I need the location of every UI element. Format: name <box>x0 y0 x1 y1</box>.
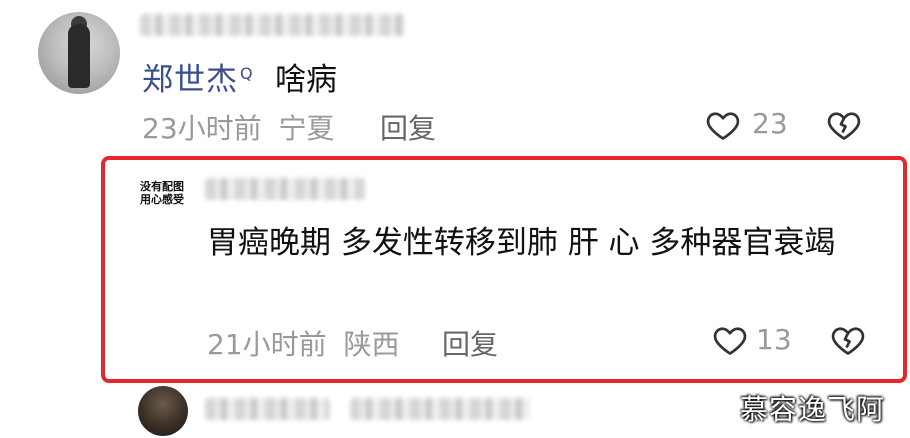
heart-icon[interactable] <box>712 322 748 358</box>
comment-username[interactable]: 郑世杰 Q <box>142 54 254 99</box>
like-count: 23 <box>752 107 788 140</box>
heart-icon[interactable] <box>705 107 741 143</box>
blurred-header-text <box>140 14 405 36</box>
reply-meta: 21小时前 陕西 <box>207 323 400 363</box>
comment-location: 宁夏 <box>278 112 335 145</box>
avatar[interactable] <box>38 12 120 94</box>
like-count: 13 <box>756 323 792 356</box>
broken-heart-icon[interactable] <box>826 107 862 143</box>
reply-text: 胃癌晚期 多发性转移到肺 肝 心 多种器官衰竭 <box>207 225 836 261</box>
blurred-header-text <box>350 398 530 420</box>
blurred-username <box>205 178 365 200</box>
avatar-text-line1: 没有配图 <box>140 180 184 193</box>
reply-time: 21小时前 <box>207 328 327 361</box>
blurred-header-text <box>205 398 330 420</box>
broken-heart-icon[interactable] <box>830 322 866 358</box>
avatar-figure-body <box>68 24 90 88</box>
reply-button[interactable]: 回复 <box>380 107 436 147</box>
reply-location: 陕西 <box>343 328 400 361</box>
reply-button[interactable]: 回复 <box>442 323 498 363</box>
comment-time: 23小时前 <box>142 112 262 145</box>
comment-meta: 23小时前 宁夏 <box>142 107 335 147</box>
comment-text: 啥病 <box>275 62 337 98</box>
search-mark: Q <box>240 63 254 83</box>
watermark: 慕容逸飞阿 <box>740 393 886 426</box>
avatar-text-line2: 用心感受 <box>140 193 184 206</box>
avatar[interactable] <box>138 386 188 436</box>
reply-avatar[interactable]: 没有配图 用心感受 <box>140 180 194 220</box>
username-text: 郑世杰 <box>142 62 238 98</box>
